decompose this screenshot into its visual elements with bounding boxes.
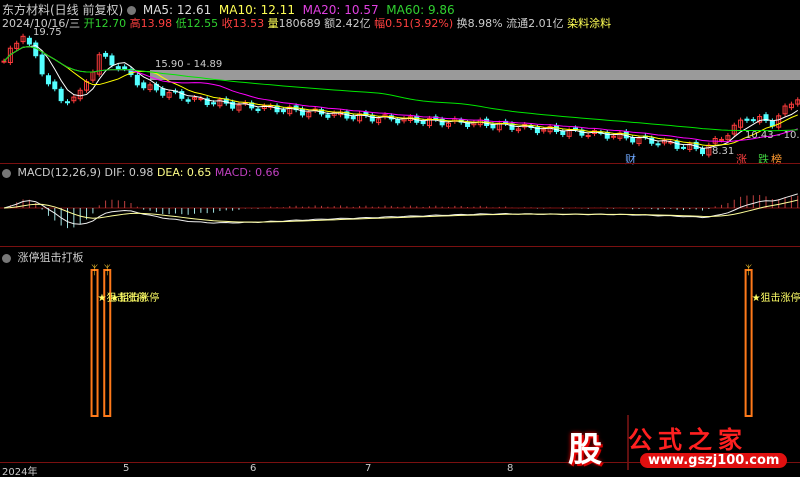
candle bbox=[280, 109, 286, 113]
candle bbox=[350, 116, 356, 120]
candle bbox=[630, 137, 636, 143]
badge-up[interactable]: 涨 bbox=[735, 151, 748, 167]
candle bbox=[26, 37, 32, 45]
chart-canvas[interactable]: ᛉᛉᛉ bbox=[0, 0, 800, 477]
candle bbox=[52, 81, 58, 90]
watermark-logo: 股 bbox=[568, 430, 602, 470]
butterfly-icon: ᛉ bbox=[91, 263, 98, 277]
badge-list[interactable]: 榜 bbox=[770, 151, 783, 167]
range-label: 15.90 - 14.89 bbox=[155, 59, 223, 70]
stock-chart-window: 东方材料(日线 前复权) MA5: 12.61 MA10: 12.11 MA20… bbox=[0, 0, 800, 477]
candle bbox=[1, 60, 7, 63]
dif-line bbox=[3, 193, 798, 225]
candle bbox=[160, 88, 166, 96]
candle bbox=[560, 130, 566, 136]
signal-label: ★狙击涨停 bbox=[110, 293, 160, 304]
ma20-line bbox=[3, 46, 798, 143]
butterfly-icon: ᛉ bbox=[745, 263, 752, 277]
x-label: 5 bbox=[123, 463, 130, 474]
candle bbox=[369, 114, 375, 122]
candle bbox=[700, 148, 705, 155]
candle bbox=[395, 119, 401, 124]
divider bbox=[0, 163, 800, 164]
candle bbox=[509, 123, 515, 130]
signal-header: 涨停狙击打板 bbox=[2, 249, 84, 265]
dropdown-icon[interactable] bbox=[2, 253, 11, 263]
signal-label: ★狙击涨停 bbox=[751, 293, 800, 304]
badge-finance[interactable]: 财 bbox=[624, 151, 637, 167]
macd-header: MACD(12,26,9) DIF: 0.98 DEA: 0.65 MACD: … bbox=[2, 166, 280, 179]
macd-dea: DEA: 0.65 bbox=[156, 166, 212, 179]
dropdown-icon[interactable] bbox=[2, 168, 11, 178]
macd-title: MACD(12,26,9) bbox=[17, 166, 102, 179]
high-price-label: 19.75 bbox=[33, 27, 62, 38]
candle bbox=[122, 66, 128, 70]
macd-value: MACD: 0.66 bbox=[214, 166, 280, 179]
candle bbox=[674, 140, 680, 149]
low-price-label: 8.31 bbox=[712, 146, 735, 157]
x-label: 2024年 bbox=[2, 467, 38, 477]
x-label: 8 bbox=[507, 463, 514, 474]
candle bbox=[490, 124, 496, 129]
x-label: 7 bbox=[365, 463, 372, 474]
candle bbox=[255, 108, 261, 112]
candle bbox=[198, 97, 204, 100]
candle bbox=[45, 75, 51, 85]
right-range-label: 10.43 - 10.66 bbox=[745, 130, 800, 141]
candle bbox=[623, 131, 629, 139]
ma10-line bbox=[3, 46, 798, 147]
candle bbox=[134, 74, 140, 86]
signal-title: 涨停狙击打板 bbox=[17, 251, 84, 264]
candle bbox=[680, 146, 686, 149]
candle bbox=[115, 66, 121, 70]
candle bbox=[750, 119, 756, 122]
candle bbox=[744, 118, 750, 121]
candle bbox=[211, 102, 217, 105]
badge-down[interactable]: 跌 bbox=[757, 151, 770, 167]
candle bbox=[103, 52, 109, 57]
candle bbox=[611, 135, 617, 138]
candle bbox=[185, 99, 191, 102]
watermark-url[interactable]: www.gszj100.com bbox=[640, 453, 788, 468]
x-label: 6 bbox=[250, 463, 257, 474]
candle bbox=[109, 55, 115, 66]
candle bbox=[585, 134, 591, 137]
range-band bbox=[150, 70, 800, 80]
candle bbox=[604, 131, 610, 139]
watermark-name: 公式之家 bbox=[628, 426, 748, 454]
candle bbox=[299, 108, 305, 116]
divider bbox=[0, 246, 800, 247]
candle bbox=[65, 101, 70, 104]
candle bbox=[655, 143, 661, 146]
candle bbox=[39, 54, 45, 75]
candle bbox=[141, 82, 147, 89]
macd-dif: DIF: 0.98 bbox=[104, 166, 154, 179]
butterfly-icon: ᛉ bbox=[104, 263, 111, 277]
candle bbox=[420, 120, 426, 125]
candle bbox=[325, 114, 331, 118]
candle bbox=[58, 88, 64, 102]
candle bbox=[719, 138, 725, 141]
